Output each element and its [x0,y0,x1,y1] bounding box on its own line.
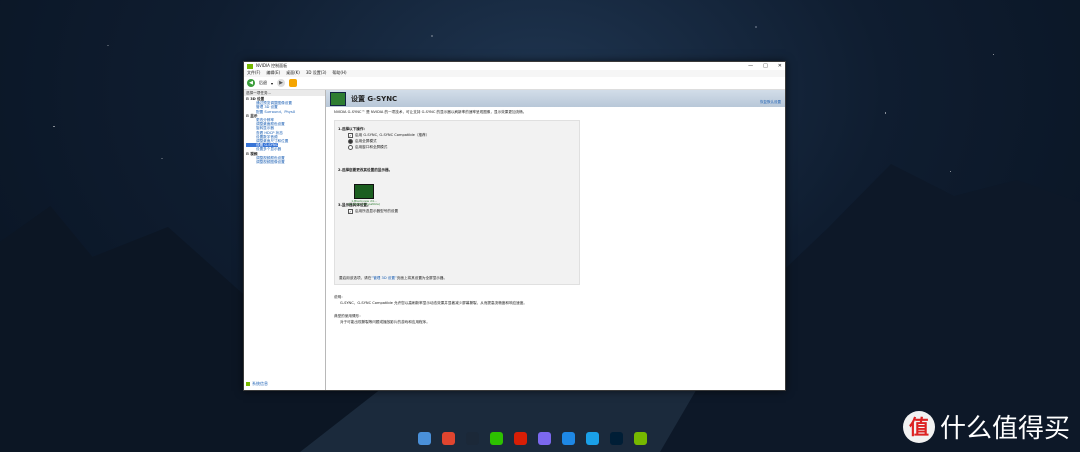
menu-file[interactable]: 文件(F) [247,70,260,77]
windowed-fullscreen-label[interactable]: 启用窗口和全屏模式 [355,145,387,150]
steam-icon[interactable] [466,432,479,445]
system-info-label[interactable]: 系统信息 [252,381,268,387]
description-text: G-SYNC、G-SYNC Compatible 允许您以高刷新率显示动态效果并… [340,301,527,305]
usage-text: 对于可能出现撕裂等问题或播放影片的游戏和应用程序。 [340,320,430,324]
settings-panel: 1.选择以下操作： ✓ 启用 G-SYNC, G-SYNC Compatible… [334,120,580,285]
tree-item[interactable]: 管理 3D 设置 [246,105,278,109]
task-pane: 选择一项任务... ⊟ 3D 设置 通过预览调整图像设置 管理 3D 设置 配置 Su… [244,90,326,390]
page-description: NVIDIA G-SYNC™ 是 NVIDIA 的一项技术，可让支持 G-SYN… [334,110,527,114]
bottom-note: 要启用该选项，请在“管理 3D 设置”页面上将其设置为全屏显示器。 [339,276,447,281]
enable-gsync-checkbox[interactable]: ✓ [348,133,353,138]
description-heading: 说明： [334,295,345,299]
app-star-icon[interactable] [562,432,575,445]
menu-edit[interactable]: 编辑(E) [266,70,280,77]
page-title: 设置 G-SYNC [351,94,398,103]
usage-heading: 典型的使用情形： [334,314,363,318]
chrome-icon[interactable] [442,432,455,445]
page-header: 设置 G-SYNC 恢复默认设置 [326,90,785,107]
gsync-monitor-icon [330,91,346,106]
back-arrow-icon[interactable]: ◀ [247,79,255,87]
close-button[interactable]: ✕ [778,63,782,69]
menu-3d-settings[interactable]: 3D 设置(3) [306,70,327,77]
step-1-heading: 1.选择以下操作： [338,127,368,131]
fullscreen-option[interactable]: 启用全屏模式 [338,139,576,144]
watermark: 值 什么值得买 [902,408,1070,445]
minimize-button[interactable]: — [748,63,753,69]
system-info-icon [246,382,250,386]
qq-icon[interactable] [586,432,599,445]
home-icon[interactable] [289,79,298,87]
forward-arrow-icon[interactable]: ▶ [277,79,286,87]
menu-help[interactable]: 帮助(H) [332,70,346,77]
step-2-heading: 2.选择您要更改其设置的显示器。 [338,168,393,172]
manage-3d-settings-link[interactable]: “管理 3D 设置” [371,276,396,280]
nvidia-icon[interactable] [634,432,647,445]
title-bar: NVIDIA 控制面板 — □ ✕ [244,62,785,70]
monitor-tag: (G-SYNC Compatible) [348,202,380,207]
maximize-button[interactable]: □ [763,63,768,69]
specific-setting-option[interactable]: ✓ 启用所选显示器型号的设置 [338,209,576,214]
nvidia-icon [247,63,253,69]
window-title: NVIDIA 控制面板 [256,63,288,68]
netease-music-icon[interactable] [514,432,527,445]
monitor-icon [354,184,374,199]
tree-node: 调整视频图像设置 [246,160,323,164]
photoshop-icon[interactable] [610,432,623,445]
watermark-badge: 值 [902,410,935,443]
fullscreen-radio[interactable] [348,139,353,144]
info-section: 说明： G-SYNC、G-SYNC Compatible 允许您以高刷新率显示动… [326,287,785,329]
restore-defaults-link[interactable]: 恢复默认设置 [760,100,781,105]
wechat-icon[interactable] [490,432,503,445]
specific-setting-label[interactable]: 启用所选显示器型号的设置 [355,209,398,214]
back-dropdown-icon[interactable]: ▾ [271,81,273,86]
file-manager-icon[interactable] [418,432,431,445]
toolbar: ◀ 后退 ▾ ▶ [244,77,785,90]
tree-item[interactable]: 旋转显示器 [246,126,274,130]
windowed-fullscreen-option[interactable]: 启用窗口和全屏模式 [338,145,576,150]
enable-gsync-option[interactable]: ✓ 启用 G-SYNC, G-SYNC Compatible（推荐） [338,133,576,138]
bottom-note-post: 页面上将其设置为全屏显示器。 [396,276,448,280]
monitor-selector[interactable]: 1.Blackview 24... (G-SYNC Compatible) [347,184,381,207]
menu-bar: 文件(F) 编辑(E) 桌面(K) 3D 设置(3) 帮助(H) [244,70,785,77]
specific-setting-checkbox[interactable]: ✓ [348,209,353,214]
taskbar [418,432,647,445]
tree-item[interactable]: 调整视频图像设置 [246,160,285,164]
enable-gsync-label[interactable]: 启用 G-SYNC, G-SYNC Compatible（推荐） [355,133,429,138]
watermark-text: 什么值得买 [939,414,1070,444]
content-pane: 设置 G-SYNC 恢复默认设置 NVIDIA G-SYNC™ 是 NVIDIA… [326,90,785,390]
task-tree: ⊟ 3D 设置 通过预览调整图像设置 管理 3D 设置 配置 Surround、Phy… [244,96,325,165]
menu-desktop[interactable]: 桌面(K) [286,70,300,77]
fullscreen-label[interactable]: 启用全屏模式 [355,139,377,144]
system-info-link[interactable]: 系统信息 [246,381,268,387]
nvidia-control-panel-window: NVIDIA 控制面板 — □ ✕ 文件(F) 编辑(E) 桌面(K) 3D 设… [243,61,786,391]
wps-icon[interactable] [538,432,551,445]
back-button-label[interactable]: 后退 [259,80,267,86]
windowed-fullscreen-radio[interactable] [348,145,353,150]
bottom-note-pre: 要启用该选项，请在 [339,276,372,280]
window-controls: — □ ✕ [748,63,782,69]
